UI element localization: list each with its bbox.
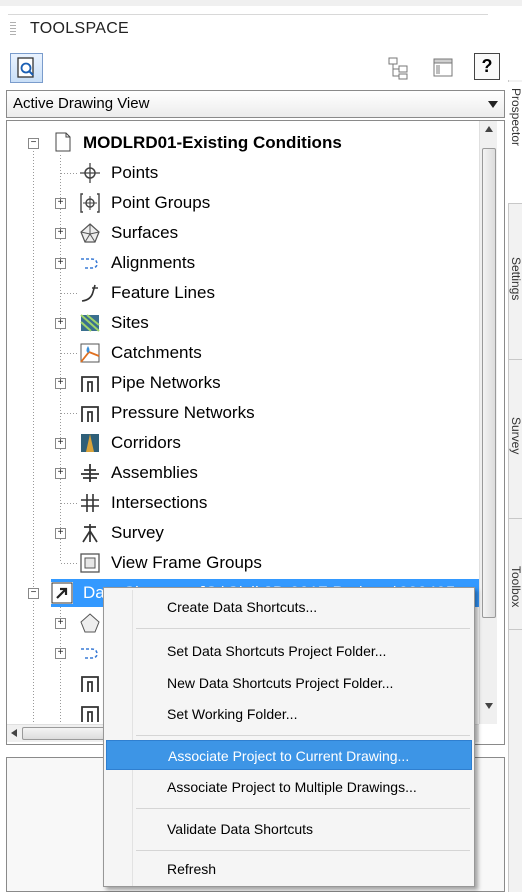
tree-item[interactable]: + Corridors	[7, 429, 477, 457]
tab-prospector[interactable]: Prospector	[508, 82, 522, 204]
list-view-icon[interactable]	[430, 55, 456, 81]
tab-survey[interactable]: Survey	[508, 361, 522, 519]
shortcut-alignments-icon	[81, 648, 98, 659]
expand-icon[interactable]: +	[55, 438, 66, 449]
chevron-down-icon	[488, 101, 498, 108]
help-button[interactable]: ?	[474, 53, 500, 80]
hierarchy-icon[interactable]	[386, 55, 412, 81]
shortcut-surfaces-icon	[80, 613, 100, 633]
expand-icon[interactable]: +	[55, 378, 66, 389]
tree-connector	[61, 353, 79, 354]
menu-separator	[136, 628, 470, 629]
menu-item-set-working-folder[interactable]: Set Working Folder...	[106, 699, 472, 729]
menu-item-associate-multiple-drawings[interactable]: Associate Project to Multiple Drawings..…	[106, 772, 472, 802]
tree-root-label: MODLRD01-Existing Conditions	[83, 133, 342, 152]
menu-item-associate-current-drawing[interactable]: Associate Project to Current Drawing...	[106, 740, 472, 770]
tree-item[interactable]: + Alignments	[7, 249, 477, 277]
scroll-down-arrow-icon[interactable]	[485, 703, 493, 709]
expand-icon[interactable]: +	[55, 198, 66, 209]
magnify-page-icon	[17, 57, 34, 78]
expand-icon[interactable]: +	[55, 468, 66, 479]
tab-settings[interactable]: Settings	[508, 205, 522, 360]
view-dropdown-value: Active Drawing View	[13, 95, 150, 112]
shortcut-pressure-networks-icon	[81, 706, 99, 722]
drag-grip-icon[interactable]	[10, 22, 16, 36]
menu-item-new-project-folder[interactable]: New Data Shortcuts Project Folder...	[106, 668, 472, 698]
scroll-left-arrow-icon[interactable]	[11, 729, 17, 737]
context-menu: Create Data Shortcuts... Set Data Shortc…	[103, 587, 475, 887]
menu-separator	[136, 808, 470, 809]
survey-icon	[82, 524, 98, 543]
view-dropdown[interactable]: Active Drawing View	[6, 90, 505, 118]
tree-item[interactable]: Feature Lines	[7, 279, 477, 307]
vertical-scroll-thumb[interactable]	[482, 148, 496, 618]
tree-connector	[61, 173, 79, 174]
assemblies-icon	[81, 464, 99, 482]
sites-icon	[80, 314, 100, 332]
horizontal-scroll-thumb[interactable]	[22, 727, 112, 740]
expand-icon[interactable]: +	[55, 648, 66, 659]
feature-lines-icon	[81, 284, 98, 302]
intersections-icon	[81, 494, 99, 512]
tab-toolbox[interactable]: Toolbox	[508, 520, 522, 630]
tree-connector	[61, 413, 79, 414]
view-frame-groups-icon	[80, 553, 100, 573]
tree-item[interactable]: + Assemblies	[7, 459, 477, 487]
tree-item[interactable]: + Pipe Networks	[7, 369, 477, 397]
tree-item[interactable]: + Sites	[7, 309, 477, 337]
tree-item[interactable]: + Point Groups	[7, 189, 477, 217]
tree-item[interactable]: + Surfaces	[7, 219, 477, 247]
tree-item[interactable]: View Frame Groups	[7, 549, 477, 577]
surfaces-icon	[80, 223, 100, 243]
scroll-up-arrow-icon[interactable]	[485, 126, 493, 132]
expand-icon[interactable]: +	[55, 528, 66, 539]
tree-connector	[61, 563, 79, 564]
expand-icon[interactable]: +	[55, 228, 66, 239]
tree-item[interactable]: Catchments	[7, 339, 477, 367]
panel-top-border	[0, 0, 522, 6]
catchments-icon	[80, 343, 100, 363]
corridors-icon	[81, 434, 99, 452]
expand-icon[interactable]: +	[55, 618, 66, 629]
item-view-button[interactable]	[10, 53, 43, 83]
tree-connector	[61, 503, 79, 504]
tree-item[interactable]: Points	[7, 159, 477, 187]
alignments-icon	[81, 258, 98, 269]
expand-icon[interactable]: +	[55, 318, 66, 329]
point-groups-icon	[80, 193, 100, 213]
menu-item-refresh[interactable]: Refresh	[106, 854, 472, 884]
tree-item[interactable]: Pressure Networks	[7, 399, 477, 427]
tree-root-drawing[interactable]: − MODLRD01-Existing Conditions	[7, 129, 477, 157]
points-icon	[80, 163, 100, 183]
menu-separator	[136, 850, 470, 851]
menu-item-set-project-folder[interactable]: Set Data Shortcuts Project Folder...	[106, 636, 472, 666]
tree-item[interactable]: + Survey	[7, 519, 477, 547]
menu-item-create-data-shortcuts[interactable]: Create Data Shortcuts...	[106, 592, 472, 622]
shortcut-pipe-networks-icon	[81, 676, 99, 692]
collapse-icon[interactable]: −	[28, 138, 39, 149]
tree-connector	[61, 293, 79, 294]
data-shortcuts-icon	[51, 582, 73, 604]
panel-title: TOOLSPACE	[30, 20, 130, 37]
pipe-networks-icon	[81, 376, 99, 392]
tree-item[interactable]: Intersections	[7, 489, 477, 517]
menu-item-validate-data-shortcuts[interactable]: Validate Data Shortcuts	[106, 814, 472, 844]
pressure-networks-icon	[81, 406, 99, 422]
collapse-icon[interactable]: −	[28, 588, 39, 599]
toolspace-panel: TOOLSPACE ? Active Drawing View Prospect…	[0, 0, 522, 892]
expand-icon[interactable]: +	[55, 258, 66, 269]
tree-connector	[33, 601, 34, 731]
drawing-icon	[55, 132, 71, 152]
menu-separator	[136, 735, 470, 736]
